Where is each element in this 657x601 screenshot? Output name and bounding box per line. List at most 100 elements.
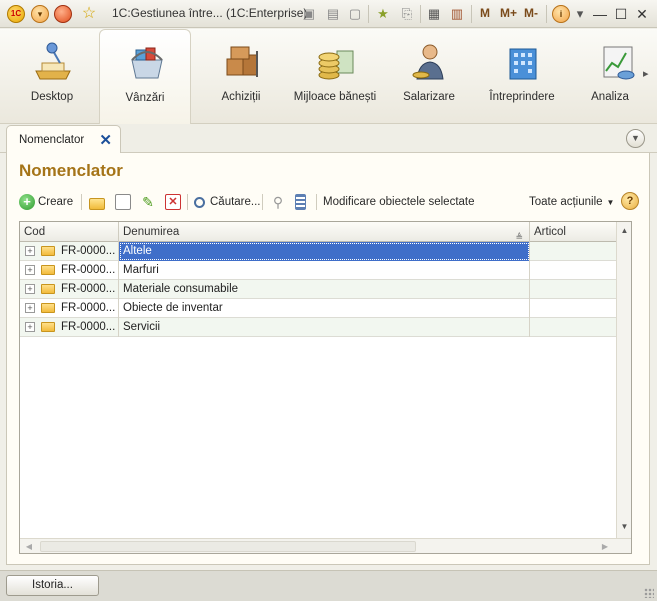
article-cell[interactable] (530, 280, 617, 299)
copy-icon (115, 194, 131, 210)
section-cash[interactable]: Mijloace bănești (289, 29, 381, 124)
save-icon[interactable]: ▣ (300, 5, 318, 23)
code-cell[interactable]: + FR-0000... (20, 318, 119, 337)
expand-icon[interactable]: + (25, 303, 35, 313)
article-cell[interactable] (530, 242, 617, 261)
memory-m-button[interactable]: M (480, 6, 490, 20)
expand-icon[interactable]: + (25, 322, 35, 332)
mark-delete-button[interactable]: ✕ (165, 192, 184, 212)
column-header-code[interactable]: Cod (20, 222, 119, 242)
section-enterprise[interactable]: Întreprindere (476, 29, 568, 124)
code-text: FR-0000... (61, 302, 116, 314)
create-label: Creare (38, 196, 74, 208)
section-payroll[interactable]: Salarizare (383, 29, 475, 124)
name-cell[interactable]: Materiale consumabile (119, 280, 530, 299)
copy-button[interactable] (115, 192, 134, 212)
new-folder-icon (89, 197, 105, 210)
nomenclator-table: Cod Denumirea ≜ Articol + FR-0000... Altel… (19, 221, 632, 554)
code-text: FR-0000... (61, 264, 116, 276)
column-header-name[interactable]: Denumirea ≜ (119, 222, 530, 242)
minimize-button[interactable]: — (590, 4, 610, 24)
tab-label: Nomenclator (19, 134, 85, 146)
favorites-star-icon[interactable]: ☆ (80, 5, 98, 23)
column-header-name-label: Denumirea (123, 226, 180, 238)
tab-nomenclator[interactable]: Nomenclator ✕ (6, 125, 121, 154)
info-dropdown-icon[interactable]: ▾ (571, 5, 589, 23)
print-icon[interactable]: ▤ (324, 5, 342, 23)
add-favorite-icon[interactable]: ★ (374, 5, 392, 23)
maximize-button[interactable]: ☐ (611, 4, 631, 24)
create-group-button[interactable] (89, 192, 108, 212)
cancel-search-button[interactable]: ⚲ (270, 192, 289, 212)
table-row[interactable]: + FR-0000... Marfuri (20, 261, 617, 280)
name-cell[interactable]: Marfuri (119, 261, 530, 280)
calendar-icon[interactable]: ▥ (448, 5, 466, 23)
column-header-article[interactable]: Articol (530, 222, 617, 242)
code-cell[interactable]: + FR-0000... (20, 280, 119, 299)
name-cell[interactable]: Altele (119, 242, 530, 261)
form-toolbar: + Creare ✎ ✕ Căutare... ⚲ Modificare obi… (19, 191, 639, 213)
main-menu-icon[interactable]: ▾ (31, 5, 49, 23)
expand-icon[interactable]: + (25, 246, 35, 256)
article-cell[interactable] (530, 261, 617, 280)
scroll-down-icon[interactable]: ▼ (619, 520, 630, 534)
section-label: Desktop (30, 91, 74, 103)
modify-label: Modificare obiectele selectate (323, 196, 475, 208)
window-title: 1C:Gestiunea între... (1C:Enterprise) (112, 6, 308, 20)
title-bar: 1C ▾ ☆ 1C:Gestiunea între... (1C:Enterpr… (0, 0, 657, 28)
table-row[interactable]: + FR-0000... Materiale consumabile (20, 280, 617, 299)
all-actions-button[interactable]: Toate acțiunile ▼ (529, 192, 614, 212)
table-row[interactable]: + FR-0000... Altele (20, 242, 617, 261)
table-row[interactable]: + FR-0000... Servicii (20, 318, 617, 337)
tab-list-dropdown-icon[interactable]: ▼ (626, 129, 645, 148)
horizontal-scrollbar[interactable]: ◀ ▶ (20, 538, 631, 553)
expand-icon[interactable]: + (25, 265, 35, 275)
info-icon[interactable]: i (552, 5, 570, 23)
section-label: Întreprindere (489, 91, 555, 103)
preview-icon[interactable]: ▢ (346, 5, 364, 23)
list-icon (295, 194, 306, 210)
article-cell[interactable] (530, 299, 617, 318)
article-cell[interactable] (530, 318, 617, 337)
search-icon (194, 196, 205, 208)
code-cell[interactable]: + FR-0000... (20, 299, 119, 318)
create-plus-icon: + (19, 194, 35, 210)
history-button[interactable]: Istoria... (6, 575, 99, 596)
resize-grip-icon[interactable] (644, 588, 654, 598)
name-cell[interactable]: Obiecte de inventar (119, 299, 530, 318)
folder-icon (41, 322, 55, 332)
link-icon[interactable]: ⎘ (398, 5, 416, 23)
code-text: FR-0000... (61, 283, 116, 295)
memory-mminus-button[interactable]: M- (524, 6, 538, 20)
code-cell[interactable]: + FR-0000... (20, 261, 119, 280)
section-sales[interactable]: Vânzări (99, 29, 191, 125)
list-settings-button[interactable] (295, 192, 309, 212)
memory-mplus-button[interactable]: M+ (500, 6, 517, 20)
expand-icon[interactable]: + (25, 284, 35, 294)
scroll-right-icon[interactable]: ▶ (599, 540, 611, 553)
scroll-up-icon[interactable]: ▲ (619, 224, 630, 238)
vertical-scrollbar[interactable]: ▲ ▼ (616, 222, 631, 538)
search-button[interactable]: Căutare... (194, 192, 261, 212)
app-logo-icon[interactable]: 1C (7, 5, 25, 23)
code-cell[interactable]: + FR-0000... (20, 242, 119, 261)
name-cell[interactable]: Servicii (119, 318, 530, 337)
scroll-left-icon[interactable]: ◀ (23, 540, 35, 553)
modify-selected-button[interactable]: Modificare obiectele selectate (323, 192, 475, 212)
calculator-icon[interactable]: ▦ (425, 5, 443, 23)
section-label: Vânzări (125, 92, 165, 104)
edit-button[interactable]: ✎ (140, 192, 159, 212)
code-text: FR-0000... (61, 245, 116, 257)
help-icon[interactable]: ? (621, 192, 639, 210)
create-button[interactable]: + Creare (19, 192, 73, 212)
table-row[interactable]: + FR-0000... Obiecte de inventar (20, 299, 617, 318)
section-analysis[interactable]: Analiza (570, 29, 650, 124)
close-window-button[interactable]: ✕ (632, 4, 652, 24)
section-desktop[interactable]: Desktop (6, 29, 98, 124)
stop-icon[interactable] (54, 5, 72, 23)
sections-scroll-right-icon[interactable]: ▸ (643, 67, 653, 81)
section-purchases[interactable]: Achiziții (195, 29, 287, 124)
section-label: Analiza (591, 91, 629, 103)
scroll-thumb[interactable] (40, 541, 416, 552)
close-tab-icon[interactable]: ✕ (99, 131, 112, 149)
